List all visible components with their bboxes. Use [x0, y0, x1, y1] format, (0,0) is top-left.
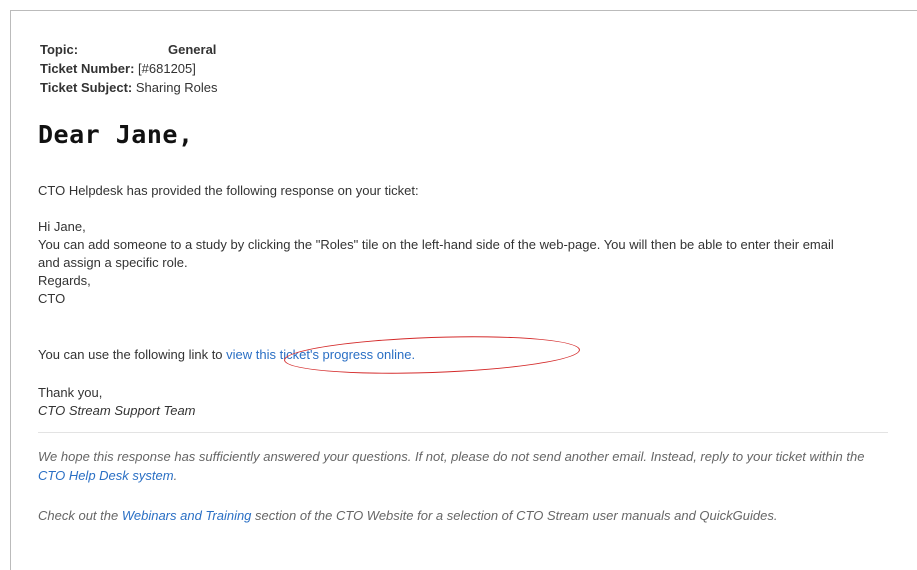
response-line-1: Hi Jane,: [38, 219, 86, 234]
ticket-subject-label: Ticket Subject:: [40, 80, 133, 95]
ticket-number-value: [#681205]: [138, 61, 196, 76]
response-line-4: CTO: [38, 291, 66, 306]
footer-p1-post: .: [173, 468, 178, 483]
footer-divider: [38, 432, 888, 433]
response-body: Hi Jane, You can add someone to a study …: [38, 218, 858, 308]
footer-p1-pre: We hope this response has sufficiently a…: [38, 449, 865, 464]
topic-value: General: [168, 42, 217, 57]
webinars-training-link[interactable]: Webinars and Training: [122, 508, 252, 523]
ticket-number-row: Ticket Number: [#681205]: [40, 59, 218, 78]
intro-text: CTO Helpdesk has provided the following …: [38, 183, 419, 198]
footer-p2-pre: Check out the: [38, 508, 122, 523]
signoff-team: CTO Stream Support Team: [38, 403, 196, 418]
ticket-meta: Topic: General Ticket Number: [#681205] T…: [40, 40, 218, 97]
topic-label: Topic:: [40, 42, 79, 57]
ticket-subject-row: Ticket Subject: Sharing Roles: [40, 78, 218, 97]
progress-prefix: You can use the following link to: [38, 347, 227, 362]
footer-paragraph-2: Check out the Webinars and Training sect…: [38, 506, 878, 525]
footer-p2-post: section of the CTO Website for a selecti…: [251, 508, 778, 523]
signoff-thanks: Thank you,: [38, 385, 103, 400]
help-desk-link[interactable]: CTO Help Desk system: [38, 468, 174, 483]
ticket-number-label: Ticket Number:: [40, 61, 135, 76]
signoff: Thank you, CTO Stream Support Team: [38, 384, 196, 420]
response-line-2: You can add someone to a study by clicki…: [38, 237, 834, 270]
topic-row: Topic: General: [40, 40, 218, 59]
greeting-heading: Dear Jane,: [38, 120, 194, 149]
response-line-3: Regards,: [38, 273, 91, 288]
ticket-subject-value: Sharing Roles: [135, 80, 218, 95]
footer-paragraph-1: We hope this response has sufficiently a…: [38, 447, 878, 485]
